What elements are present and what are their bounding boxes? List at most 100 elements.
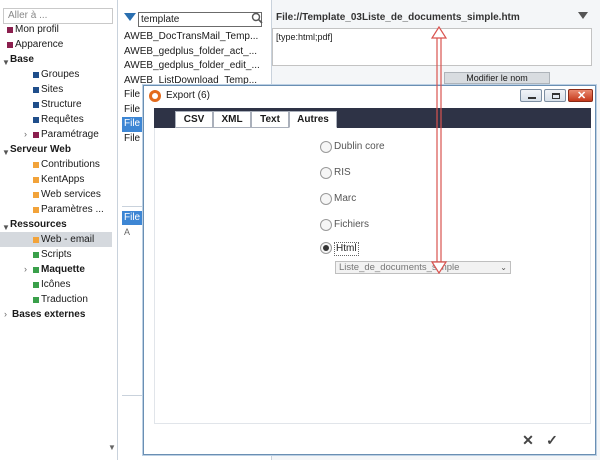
- nav-group-base[interactable]: ▼ Base: [0, 52, 112, 67]
- search-icon[interactable]: [251, 12, 263, 24]
- radio-circle[interactable]: [320, 167, 332, 179]
- nav-item-label: Scripts: [41, 249, 72, 260]
- radio-circle-selected[interactable]: [320, 242, 332, 254]
- nav-group-ressources[interactable]: ▼ Ressources: [0, 217, 112, 232]
- caret-down-icon[interactable]: [578, 12, 588, 19]
- triangle-down-icon[interactable]: [124, 13, 136, 21]
- list-search-input[interactable]: template: [138, 12, 262, 27]
- square-icon: [7, 27, 13, 33]
- export-dialog: Export (6) ✕ CSV XML Text Autres Dublin …: [143, 85, 596, 455]
- radio-label: Dublin core: [334, 141, 385, 152]
- nav-item-label: Traduction: [41, 294, 88, 305]
- square-icon: [33, 192, 39, 198]
- nav-item-parametres[interactable]: Paramètres ...: [0, 202, 112, 217]
- nav-item-web-services[interactable]: Web services: [0, 187, 112, 202]
- nav-item-label: Structure: [41, 99, 82, 110]
- nav-item-label: Requêtes: [41, 114, 84, 125]
- nav-item-label: Mon profil: [15, 24, 59, 35]
- list-item[interactable]: AWEB_gedplus_folder_act_...: [122, 45, 270, 60]
- nav-item-kentapps[interactable]: KentApps: [0, 172, 112, 187]
- attachment-marker: A: [124, 227, 131, 237]
- square-icon: [33, 132, 39, 138]
- nav-item-contributions[interactable]: Contributions: [0, 157, 112, 172]
- nav-item-scripts[interactable]: Scripts: [0, 247, 112, 262]
- nav-group-label: Serveur Web: [10, 144, 71, 155]
- nav-tree: Mon profil Apparence ▼ Base Groupes Site…: [0, 22, 112, 322]
- nav-group-serveur-web[interactable]: ▼ Serveur Web: [0, 142, 112, 157]
- app-icon: [149, 90, 161, 102]
- nav-item-structure[interactable]: Structure: [0, 97, 112, 112]
- radio-label: RIS: [334, 167, 351, 178]
- select-value: Liste_de_documents_simple: [339, 262, 460, 273]
- nav-item-label: KentApps: [41, 174, 85, 185]
- square-icon: [33, 117, 39, 123]
- nav-item-icones[interactable]: Icônes: [0, 277, 112, 292]
- nav-item-label: Icônes: [41, 279, 71, 290]
- nav-group-label: Ressources: [10, 219, 67, 230]
- radio-label: Marc: [334, 193, 357, 204]
- dialog-footer: ✕ ✓: [144, 424, 595, 454]
- square-icon: [33, 267, 39, 273]
- nav-item-traduction[interactable]: Traduction: [0, 292, 112, 307]
- attachment-list-item[interactable]: File: [122, 211, 144, 225]
- nav-item-web-email[interactable]: Web - email: [0, 232, 112, 247]
- tab-autres[interactable]: Autres: [289, 111, 337, 128]
- dialog-titlebar[interactable]: Export (6) ✕: [144, 86, 595, 106]
- nav-group-label: Base: [10, 54, 34, 65]
- nav-item-groupes[interactable]: Groupes: [0, 67, 112, 82]
- minimize-icon: [528, 97, 536, 99]
- cancel-button[interactable]: ✕: [520, 432, 536, 448]
- close-icon: ✕: [577, 90, 587, 102]
- nav-group-bases-externes[interactable]: › Bases externes: [0, 307, 112, 322]
- square-icon: [33, 237, 39, 243]
- square-icon: [33, 162, 39, 168]
- minimize-button[interactable]: [520, 89, 542, 102]
- maximize-button[interactable]: [544, 89, 566, 102]
- nav-group-label: Bases externes: [12, 309, 86, 320]
- list-item[interactable]: AWEB_gedplus_folder_edit_...: [122, 59, 270, 74]
- list-item[interactable]: AWEB_DocTransMail_Temp...: [122, 30, 270, 45]
- nav-item-label: Paramétrage: [41, 129, 99, 140]
- radio-label: Fichiers: [334, 219, 370, 230]
- nav-item-label: Maquette: [41, 264, 85, 275]
- autres-tab-content: Dublin core RIS Marc Fichiers Html Liste…: [154, 128, 591, 424]
- nav-item-parametrage[interactable]: › Paramétrage: [0, 127, 112, 142]
- nav-item-label: Groupes: [41, 69, 80, 80]
- nav-item-mon-profil[interactable]: Mon profil: [0, 22, 112, 37]
- square-icon: [33, 87, 39, 93]
- template-select[interactable]: Liste_de_documents_simple ⌄: [335, 261, 511, 274]
- nav-item-apparence[interactable]: Apparence: [0, 37, 112, 52]
- nav-item-label: Apparence: [15, 39, 64, 50]
- radio-label: Html: [334, 242, 359, 256]
- square-icon: [33, 297, 39, 303]
- chevron-right-icon[interactable]: ›: [4, 307, 7, 322]
- rename-button[interactable]: Modifier le nom: [444, 72, 550, 84]
- nav-item-maquette[interactable]: › Maquette: [0, 262, 112, 277]
- square-icon: [33, 207, 39, 213]
- nav-item-label: Sites: [41, 84, 64, 95]
- tab-csv[interactable]: CSV: [175, 111, 213, 128]
- nav-item-requetes[interactable]: Requêtes: [0, 112, 112, 127]
- tab-xml[interactable]: XML: [213, 111, 251, 128]
- chevron-right-icon[interactable]: ›: [24, 127, 27, 142]
- square-icon: [7, 42, 13, 48]
- confirm-button[interactable]: ✓: [544, 432, 560, 448]
- nav-item-label: Contributions: [41, 159, 100, 170]
- chevron-down-icon[interactable]: ▼: [108, 443, 116, 452]
- radio-circle[interactable]: [320, 219, 332, 231]
- maximize-icon: [552, 93, 560, 99]
- dialog-title: Export (6): [166, 90, 210, 101]
- square-icon: [33, 252, 39, 258]
- square-icon: [33, 177, 39, 183]
- close-button[interactable]: ✕: [568, 89, 593, 102]
- types-textarea[interactable]: [type:html;pdf]: [272, 28, 592, 66]
- radio-circle[interactable]: [320, 141, 332, 153]
- tab-text[interactable]: Text: [251, 111, 289, 128]
- chevron-down-icon: ⌄: [500, 263, 507, 272]
- radio-circle[interactable]: [320, 193, 332, 205]
- chevron-right-icon[interactable]: ›: [24, 262, 27, 277]
- nav-scrollbar[interactable]: ▼: [107, 26, 117, 452]
- square-icon: [33, 72, 39, 78]
- nav-item-label: Web services: [41, 189, 101, 200]
- nav-item-sites[interactable]: Sites: [0, 82, 112, 97]
